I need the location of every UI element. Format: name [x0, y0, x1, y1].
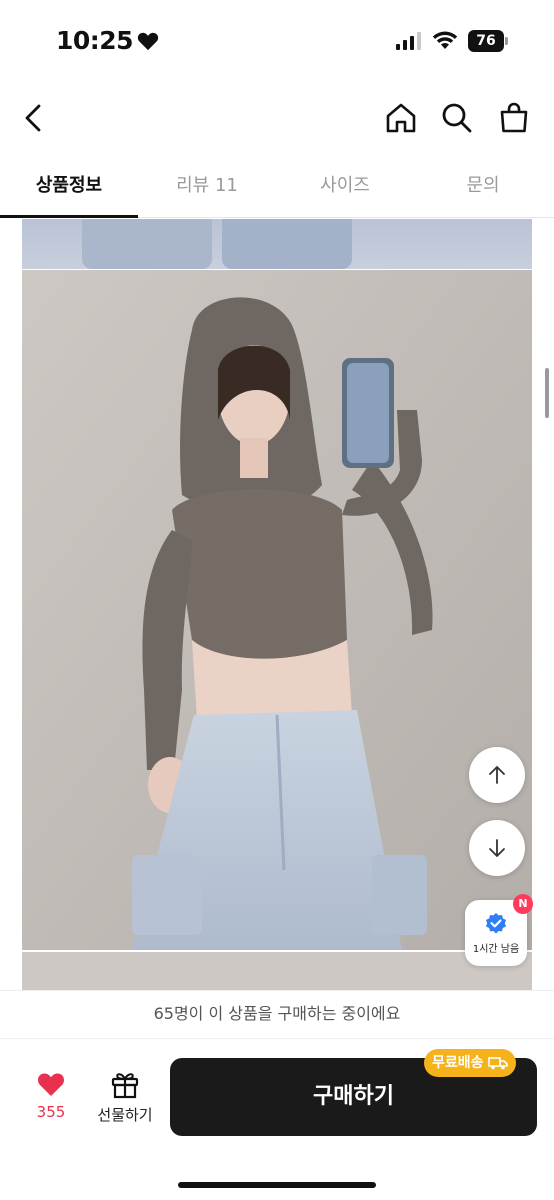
product-image-previous [22, 219, 532, 269]
search-icon [442, 103, 472, 133]
tab-inquiry[interactable]: 문의 [414, 160, 552, 217]
model-photo-illustration [22, 270, 532, 950]
battery-tip [505, 37, 508, 45]
free-shipping-badge: 무료배송 [424, 1049, 516, 1077]
heart-icon [38, 1073, 64, 1096]
home-icon [386, 103, 416, 133]
tab-reviews[interactable]: 리뷰 11 [138, 160, 276, 217]
delivery-truck-icon [487, 1057, 508, 1070]
like-count: 355 [36, 1103, 66, 1121]
time-limited-badge[interactable]: 1시간 남음 N [465, 894, 533, 966]
shopping-bag-icon [500, 102, 528, 133]
free-shipping-label: 무료배송 [432, 1055, 484, 1071]
wifi-icon [432, 31, 458, 49]
tab-size[interactable]: 사이즈 [276, 160, 414, 217]
verified-check-icon [486, 912, 506, 933]
product-detail-content [0, 219, 554, 990]
new-badge: N [513, 894, 533, 914]
top-navigation-header [0, 80, 554, 160]
status-bar: 10:25 76 [0, 0, 554, 80]
status-time: 10:25 [56, 26, 159, 55]
status-time-text: 10:25 [56, 26, 134, 55]
home-button[interactable] [381, 98, 421, 138]
gift-button[interactable]: 선물하기 [92, 1069, 158, 1131]
like-button[interactable]: 355 [22, 1071, 80, 1131]
scrollbar-thumb[interactable] [545, 368, 549, 418]
home-indicator [178, 1182, 376, 1188]
live-purchase-banner: 65명이 이 상품을 구매하는 중이에요 [0, 990, 554, 1038]
arrow-up-icon [489, 766, 505, 784]
heart-status-icon [137, 32, 159, 50]
scroll-to-bottom-button[interactable] [469, 820, 525, 876]
search-button[interactable] [437, 98, 477, 138]
arrow-down-icon [489, 839, 505, 857]
shopping-bag-button[interactable] [494, 98, 534, 138]
gift-icon [111, 1073, 139, 1099]
bottom-action-bar: 355 선물하기 구매하기 무료배송 [0, 1038, 554, 1200]
tab-product-info[interactable]: 상품정보 [0, 160, 138, 218]
battery-level: 76 [468, 30, 504, 52]
product-image-main [22, 270, 532, 950]
battery-indicator: 76 [468, 30, 508, 52]
product-tabs: 상품정보 리뷰 11 사이즈 문의 [0, 160, 554, 218]
time-remaining-label: 1시간 남음 [472, 943, 520, 955]
chevron-left-icon [25, 104, 41, 132]
scroll-to-top-button[interactable] [469, 747, 525, 803]
product-image-next [22, 952, 532, 990]
back-button[interactable] [14, 98, 54, 138]
cellular-signal-icon [396, 32, 421, 50]
gift-label: 선물하기 [97, 1106, 153, 1124]
